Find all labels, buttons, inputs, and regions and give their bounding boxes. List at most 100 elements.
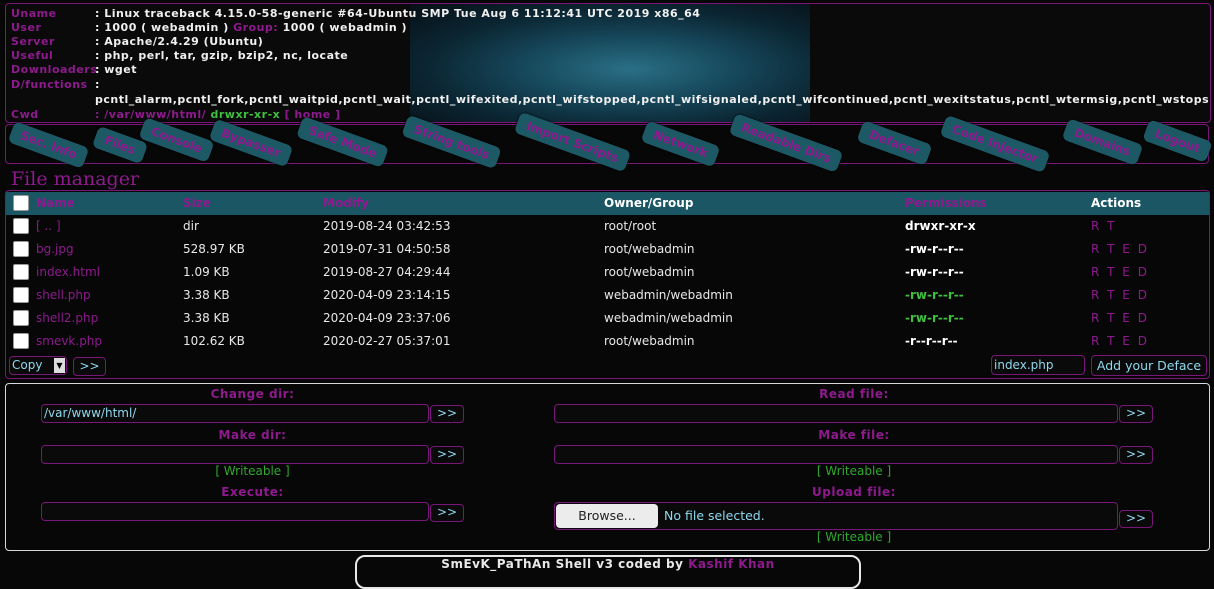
tab-domains[interactable]: Domains [1061, 118, 1144, 166]
row-checkbox[interactable] [13, 264, 29, 280]
execute-label: Execute: [221, 485, 284, 499]
file-name-link[interactable]: bg.jpg [36, 242, 74, 256]
file-owner-group: root/webadmin [604, 265, 695, 279]
change-dir-label: Change dir: [210, 387, 295, 401]
file-name-link[interactable]: shell2.php [36, 311, 98, 325]
footer-author-link[interactable]: Kashif Khan [688, 557, 775, 571]
file-owner-group: webadmin/webadmin [604, 288, 733, 302]
file-actions[interactable]: R T E D [1091, 242, 1149, 256]
make-file-go-button[interactable]: >> [1119, 446, 1153, 464]
disabled-functions-list: pcntl_alarm,pcntl_fork,pcntl_waitpid,pcn… [95, 93, 1211, 106]
upload-file-go-button[interactable]: >> [1119, 510, 1153, 528]
read-file-input[interactable] [554, 404, 1118, 423]
row-checkbox[interactable] [13, 218, 29, 234]
tab-defacer[interactable]: Defacer [856, 120, 933, 166]
table-header: Name Size Modify Owner/Group Permissions… [6, 192, 1209, 215]
tab-sec-info[interactable]: Sec. Info [7, 121, 90, 169]
execute-go-button[interactable]: >> [430, 504, 464, 522]
info-key: User [11, 21, 42, 34]
upload-writeable-status: [ Writeable ] [816, 530, 892, 544]
footer-text: SmEvK_PaThAn Shell v3 coded by [441, 557, 684, 571]
tab-console[interactable]: Console [138, 117, 215, 163]
file-size: 3.38 KB [183, 311, 230, 325]
chevron-down-icon: ▼ [54, 358, 65, 373]
file-manager-table: Name Size Modify Owner/Group Permissions… [5, 190, 1210, 379]
file-permissions: -rw-r--r-- [905, 265, 964, 279]
footer: SmEvK_PaThAn Shell v3 coded by Kashif Kh… [355, 555, 861, 589]
file-name-link[interactable]: shell.php [36, 288, 91, 302]
info-key: Cwd [11, 108, 39, 121]
file-actions[interactable]: R T [1091, 219, 1116, 233]
make-file-input[interactable] [554, 445, 1118, 464]
row-checkbox[interactable] [13, 287, 29, 303]
select-all-checkbox[interactable] [13, 195, 29, 211]
bulk-action-go-button[interactable]: >> [73, 357, 106, 376]
table-row: shell2.php 3.38 KB 2020-04-09 23:37:06 weba… [6, 307, 1209, 330]
info-value: : [95, 78, 100, 91]
bulk-action-select[interactable]: Copy ▼ [9, 356, 67, 375]
file-name-link[interactable]: index.html [36, 265, 100, 279]
file-size: 102.62 KB [183, 334, 245, 348]
row-checkbox[interactable] [13, 241, 29, 257]
file-actions[interactable]: R T E D [1091, 288, 1149, 302]
deface-filename-input[interactable]: index.php [991, 355, 1085, 375]
tab-bypasser[interactable]: Bypasser [208, 118, 294, 168]
group-value: 1000 ( webadmin ) [282, 21, 408, 34]
info-key: Server [11, 35, 55, 48]
column-header-owner: Owner/Group [604, 196, 694, 210]
upload-selected-text: No file selected. [664, 508, 765, 523]
cwd-permissions: drwxr-xr-x [210, 108, 281, 121]
table-row: bg.jpg 528.97 KB 2019-07-31 04:50:58 root/w… [6, 238, 1209, 261]
read-file-go-button[interactable]: >> [1119, 405, 1153, 423]
upload-file-label: Upload file: [812, 485, 896, 499]
info-value: : wget [95, 63, 137, 76]
file-name-link[interactable]: smevk.php [36, 334, 102, 348]
file-size: 3.38 KB [183, 288, 230, 302]
file-permissions: -r--r--r-- [905, 334, 958, 348]
change-dir-input[interactable]: /var/www/html/ [41, 404, 429, 423]
tools-panel: Change dir: /var/www/html/ >> Make dir: … [5, 383, 1210, 551]
make-dir-input[interactable] [41, 445, 429, 464]
info-key: D/functions [11, 78, 88, 91]
column-header-actions: Actions [1091, 196, 1142, 210]
file-permissions: -rw-r--r-- [905, 242, 964, 256]
file-size: 528.97 KB [183, 242, 245, 256]
system-info-panel: Uname : Linux traceback 4.15.0-58-generi… [5, 3, 1211, 123]
bulk-action-value: Copy [12, 358, 43, 372]
user-value: : 1000 ( webadmin ) [95, 21, 229, 34]
file-size: 1.09 KB [183, 265, 230, 279]
table-row: shell.php 3.38 KB 2020-04-09 23:14:15 webad… [6, 284, 1209, 307]
file-permissions: drwxr-xr-x [905, 219, 976, 233]
column-header-size[interactable]: Size [183, 196, 211, 210]
tab-network[interactable]: Network [640, 120, 721, 168]
file-modified: 2020-04-09 23:37:06 [323, 311, 451, 325]
add-deface-button[interactable]: Add your Deface [1091, 355, 1207, 376]
make-dir-go-button[interactable]: >> [430, 446, 464, 464]
file-actions[interactable]: R T E D [1091, 334, 1149, 348]
file-actions[interactable]: R T E D [1091, 265, 1149, 279]
browse-button[interactable]: Browse... [556, 504, 658, 528]
execute-input[interactable] [41, 502, 429, 521]
cwd-path-link[interactable]: /var/www/html/ [104, 108, 206, 121]
file-modified: 2020-04-09 23:14:15 [323, 288, 451, 302]
file-actions[interactable]: R T E D [1091, 311, 1149, 325]
file-permissions: -rw-r--r-- [905, 288, 964, 302]
row-checkbox[interactable] [13, 310, 29, 326]
file-modified: 2019-07-31 04:50:58 [323, 242, 451, 256]
group-label: Group: [233, 21, 279, 34]
tab-logout[interactable]: Logout [1142, 119, 1213, 163]
read-file-label: Read file: [819, 387, 889, 401]
column-header-permissions[interactable]: Permissions [905, 196, 987, 210]
main-nav: Sec. Info Files Console Bypasser Safe Mo… [5, 111, 1213, 174]
file-size: dir [183, 219, 199, 233]
column-header-name[interactable]: Name [36, 196, 75, 210]
cwd-colon: : [95, 108, 100, 121]
file-name-link[interactable]: [ .. ] [36, 219, 61, 233]
info-key: Downloaders [11, 63, 98, 76]
column-header-modify[interactable]: Modify [323, 196, 369, 210]
file-permissions: -rw-r--r-- [905, 311, 964, 325]
row-checkbox[interactable] [13, 333, 29, 349]
tab-code-injector[interactable]: Code Injector [939, 114, 1051, 174]
tab-safe-mode[interactable]: Safe Mode [295, 116, 390, 168]
change-dir-go-button[interactable]: >> [430, 405, 464, 423]
